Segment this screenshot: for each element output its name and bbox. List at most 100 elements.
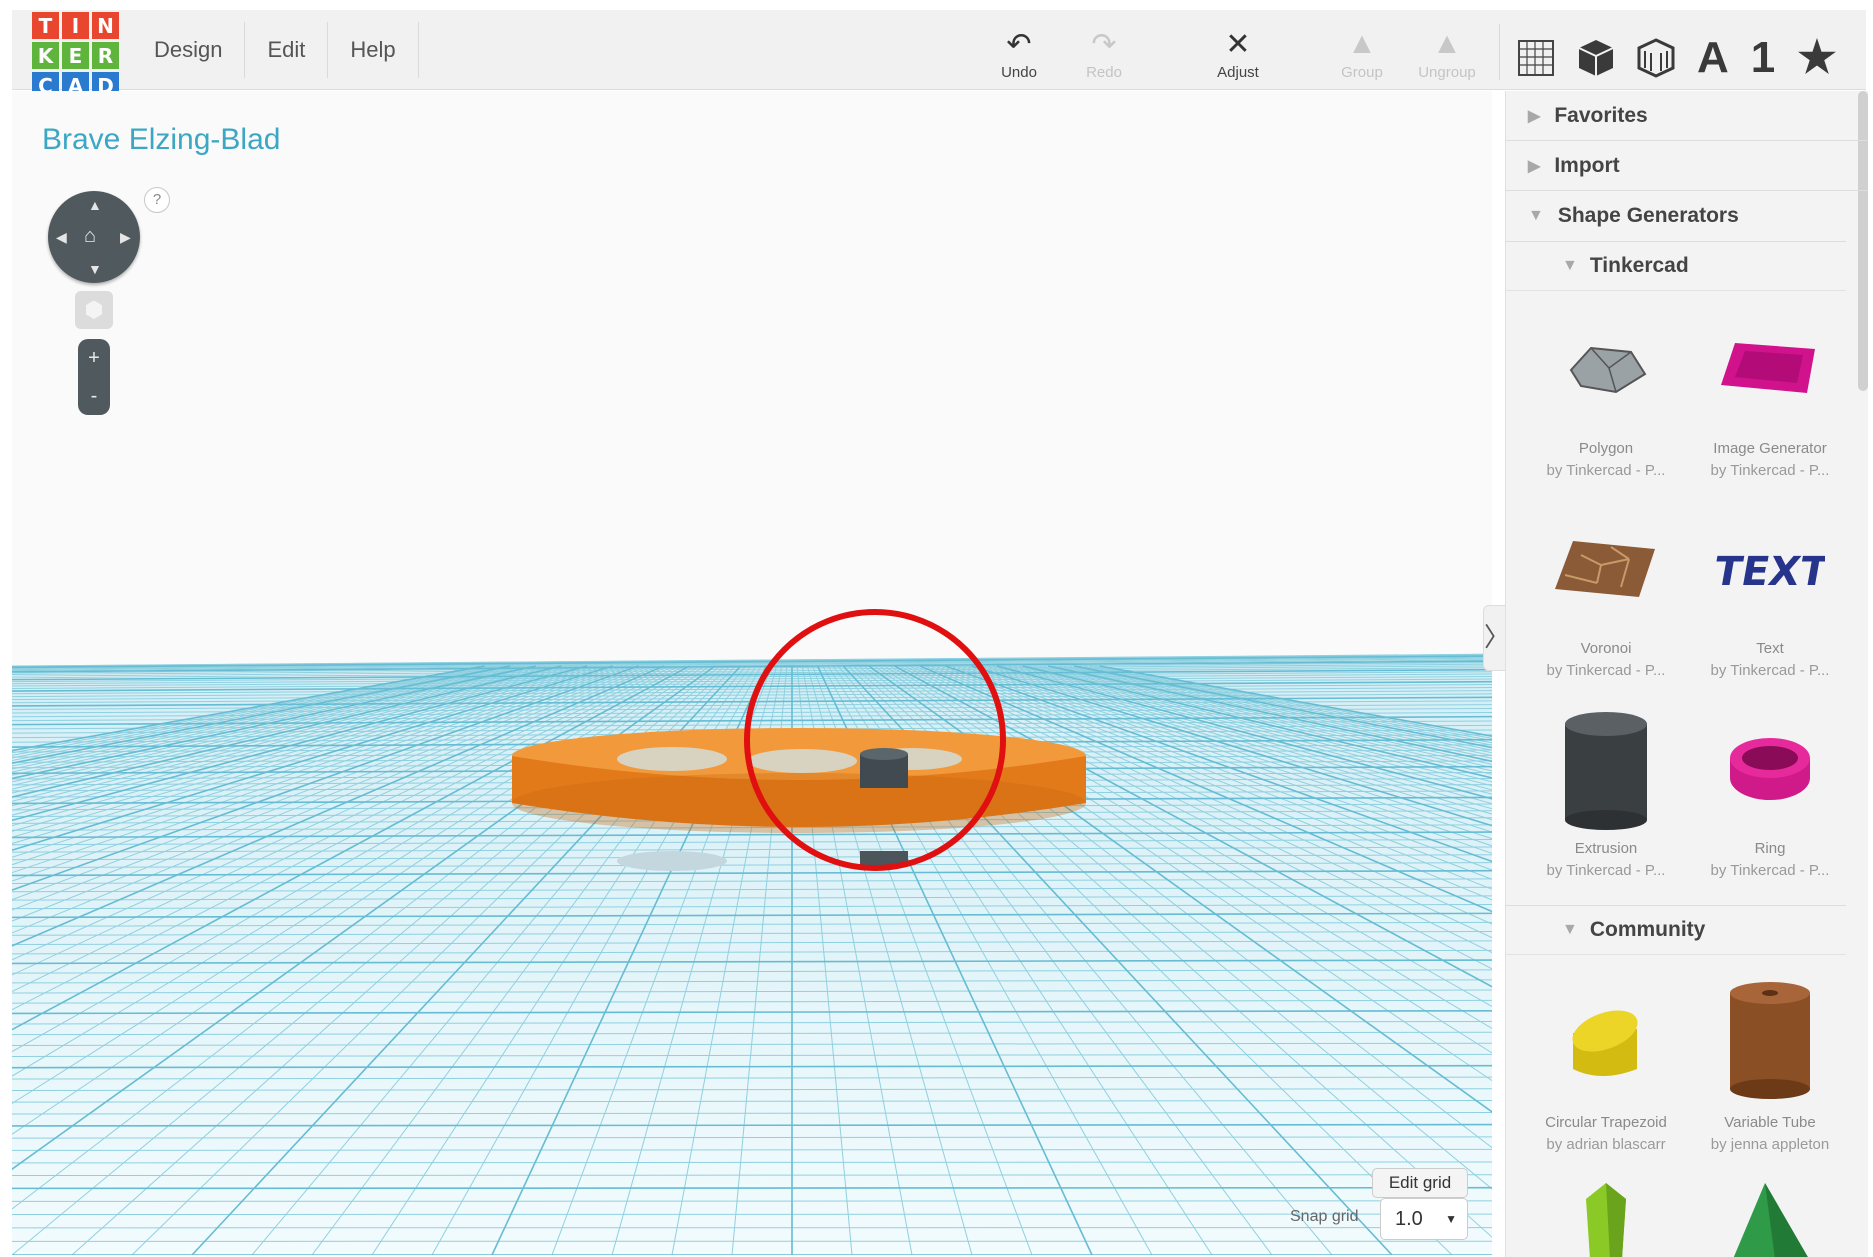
ring-thumbnail xyxy=(1688,705,1852,835)
menu-design[interactable]: Design xyxy=(132,22,246,78)
design-title[interactable]: Brave Elzing-Blad xyxy=(42,123,280,157)
subsection-label: Community xyxy=(1589,918,1706,941)
undo-icon: ↶ xyxy=(1006,27,1032,61)
green-pyramid-thumbnail xyxy=(1688,1179,1852,1257)
orbit-right-icon[interactable]: ▶ xyxy=(120,229,131,246)
shape-circular-trapezoid[interactable]: Circular Trapezoid by adrian blascarr xyxy=(1524,969,1688,1179)
sidebar-collapse-tab[interactable]: 〉 xyxy=(1483,605,1510,671)
shape-image-generator[interactable]: Image Generator by Tinkercad - P... xyxy=(1688,305,1852,505)
collapse-arrow-icon: ▼ xyxy=(1562,921,1578,938)
menu-edit[interactable]: Edit xyxy=(245,22,329,78)
shape-name: Ring xyxy=(1754,840,1786,857)
hole-box-icon[interactable] xyxy=(1637,37,1675,78)
subsection-tinkercad[interactable]: ▼ Tinkercad xyxy=(1506,241,1846,291)
workplane-grid xyxy=(12,609,1492,1255)
expand-arrow-icon: ▶ xyxy=(1528,157,1541,175)
number-tool-icon[interactable]: 1 xyxy=(1751,33,1775,83)
variable-tube-thumbnail xyxy=(1688,969,1852,1109)
adjust-button[interactable]: ✕ Adjust xyxy=(1198,24,1278,82)
shape-community-green-1[interactable] xyxy=(1524,1179,1688,1257)
tinkercad-window: T I N K E R C A D Design Edit Help ↶ Und… xyxy=(0,0,1873,1257)
zoom-out-button[interactable]: - xyxy=(78,377,110,415)
logo-letter: E xyxy=(62,42,89,69)
shape-name: Voronoi xyxy=(1580,640,1632,657)
text-tool-icon[interactable]: A xyxy=(1697,33,1729,83)
undo-button[interactable]: ↶ Undo xyxy=(979,24,1059,82)
undo-label: Undo xyxy=(1001,64,1037,81)
redo-button[interactable]: ↷ Redo xyxy=(1064,24,1144,82)
section-label: Favorites xyxy=(1554,103,1648,127)
view-icons: A 1 ★ xyxy=(1517,32,1837,83)
shape-voronoi[interactable]: Voronoi by Tinkercad - P... xyxy=(1524,505,1688,705)
collapse-arrow-icon: ▼ xyxy=(1562,257,1578,274)
subsection-label: Tinkercad xyxy=(1589,254,1689,277)
section-label: Import xyxy=(1554,153,1620,177)
shapes-sidebar: ▶ Favorites ▶ Import ▼ Shape Generators … xyxy=(1505,91,1868,1257)
polygon-thumbnail xyxy=(1524,305,1688,435)
orbit-up-icon[interactable]: ▲ xyxy=(88,197,102,213)
logo-letter: T xyxy=(32,12,59,39)
shape-ring[interactable]: Ring by Tinkercad - P... xyxy=(1688,705,1852,905)
tinkercad-logo[interactable]: T I N K E R C A D xyxy=(32,12,122,102)
adjust-icon: ✕ xyxy=(1225,27,1251,61)
help-icon[interactable]: ? xyxy=(144,187,170,213)
ungroup-label: Ungroup xyxy=(1418,64,1476,81)
orbit-control[interactable]: ▲ ▼ ◀ ▶ ⌂ xyxy=(48,191,140,283)
logo-letter: R xyxy=(92,42,119,69)
voronoi-thumbnail xyxy=(1524,505,1688,635)
edit-grid-button[interactable]: Edit grid xyxy=(1372,1168,1468,1198)
group-icon: ▲ xyxy=(1347,27,1377,60)
collapse-arrow-icon: ▼ xyxy=(1528,207,1544,224)
shape-author: by adrian blascarr xyxy=(1546,1136,1666,1153)
home-icon[interactable]: ⌂ xyxy=(84,225,96,248)
zoom-in-button[interactable]: + xyxy=(78,339,110,377)
main-menu: Design Edit Help xyxy=(132,10,419,90)
shape-name: Text xyxy=(1756,640,1784,657)
snap-grid-value: 1.0 xyxy=(1395,1207,1423,1230)
menu-help[interactable]: Help xyxy=(328,22,419,78)
shape-variable-tube[interactable]: Variable Tube by jenna appleton xyxy=(1688,969,1852,1179)
shape-author: by Tinkercad - P... xyxy=(1546,862,1666,879)
adjust-label: Adjust xyxy=(1217,64,1259,81)
workplane-viewport[interactable]: Brave Elzing-Blad ▲ ▼ ◀ ▶ ⌂ ? ⬢ + - Edit… xyxy=(12,91,1492,1255)
box-icon[interactable] xyxy=(1577,38,1615,78)
svg-text:TEXT: TEXT xyxy=(1715,548,1825,595)
circular-trapezoid-thumbnail xyxy=(1524,969,1688,1109)
toolbar-divider xyxy=(1499,24,1500,80)
ungroup-button[interactable]: ▲ Ungroup xyxy=(1407,24,1487,81)
zoom-control: + - xyxy=(78,339,110,415)
image-generator-thumbnail xyxy=(1688,305,1852,435)
green-shape-thumbnail xyxy=(1524,1179,1688,1257)
community-shapes-grid: Circular Trapezoid by adrian blascarr Va… xyxy=(1506,969,1868,1257)
redo-icon: ↷ xyxy=(1091,27,1117,61)
section-import[interactable]: ▶ Import xyxy=(1506,141,1868,191)
star-icon[interactable]: ★ xyxy=(1797,32,1836,83)
shape-extrusion[interactable]: Extrusion by Tinkercad - P... xyxy=(1524,705,1688,905)
ungroup-icon: ▲ xyxy=(1432,27,1462,60)
top-toolbar: T I N K E R C A D Design Edit Help ↶ Und… xyxy=(12,10,1866,99)
shape-author: by Tinkercad - P... xyxy=(1710,662,1830,679)
extrusion-thumbnail xyxy=(1524,705,1688,835)
shape-text[interactable]: TEXT Text by Tinkercad - P... xyxy=(1688,505,1852,705)
subsection-community[interactable]: ▼ Community xyxy=(1506,905,1846,955)
shape-name: Circular Trapezoid xyxy=(1545,1114,1667,1131)
logo-letter: N xyxy=(92,12,119,39)
shape-author: by Tinkercad - P... xyxy=(1710,862,1830,879)
logo-letter: K xyxy=(32,42,59,69)
workplane-icon[interactable] xyxy=(1517,39,1555,77)
orbit-left-icon[interactable]: ◀ xyxy=(56,229,67,246)
snap-grid-select[interactable]: 1.0 ▼ xyxy=(1380,1198,1468,1240)
tinkercad-shapes-grid: Polygon by Tinkercad - P... Image Genera… xyxy=(1506,305,1868,905)
shape-polygon[interactable]: Polygon by Tinkercad - P... xyxy=(1524,305,1688,505)
orbit-down-icon[interactable]: ▼ xyxy=(88,261,102,277)
section-shape-generators[interactable]: ▼ Shape Generators xyxy=(1506,191,1868,241)
shape-name: Variable Tube xyxy=(1724,1114,1816,1131)
shape-community-green-2[interactable] xyxy=(1688,1179,1852,1257)
section-favorites[interactable]: ▶ Favorites xyxy=(1506,91,1868,141)
view-cube-icon[interactable]: ⬢ xyxy=(75,291,113,329)
group-button[interactable]: ▲ Group xyxy=(1322,24,1402,81)
shape-name: Image Generator xyxy=(1713,440,1827,457)
text-thumbnail: TEXT xyxy=(1688,505,1852,635)
logo-letter: I xyxy=(62,12,89,39)
shape-author: by Tinkercad - P... xyxy=(1546,662,1666,679)
